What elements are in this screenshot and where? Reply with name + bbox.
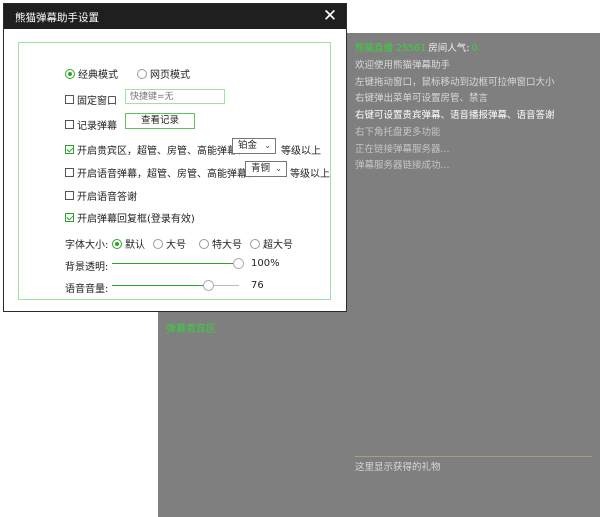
gift-hint: 这里显示获得的礼物 (355, 462, 441, 473)
danmu-display-panel[interactable]: 熊猫直播 25561 房间人气: 0 欢迎使用熊猫弹幕助手 左键拖动窗口，鼠标移动到… (347, 33, 600, 517)
font-size-option-label: 特大号 (212, 240, 242, 251)
room-name: 熊猫直播 25561 (355, 43, 427, 54)
radio-selected-icon (112, 238, 122, 249)
checkbox-icon (65, 168, 74, 177)
font-size-option-xlarge[interactable]: 特大号 (199, 236, 242, 251)
web-mode-radio[interactable]: 网页模式 (137, 66, 190, 81)
voice-danmu-checkbox[interactable]: 开启语音弹幕，超管、房管、高能弹幕、 (65, 165, 257, 180)
radio-icon (153, 238, 163, 249)
font-size-option-label: 大号 (166, 240, 186, 251)
classic-mode-label: 经典模式 (78, 70, 118, 81)
bg-opacity-slider[interactable] (112, 258, 244, 269)
settings-frame: 经典模式 网页模式 固定窗口 记录弹幕 查看记录 开启贵宾区，超管、房管、高能弹… (18, 42, 331, 300)
classic-mode-radio[interactable]: 经典模式 (65, 66, 118, 81)
checkbox-icon (65, 120, 74, 129)
radio-icon (199, 238, 209, 249)
message-line: 右下角托盘更多功能 (355, 127, 441, 138)
gift-divider (355, 456, 592, 457)
message-line: 弹幕服务器链接成功... (355, 160, 450, 171)
bg-opacity-handle[interactable] (233, 258, 244, 269)
reply-box-label: 开启弹幕回复框(登录有效) (77, 214, 195, 225)
voice-volume-slider[interactable] (112, 280, 239, 291)
popularity-value: 0 (471, 43, 478, 54)
font-size-option-label: 默认 (125, 240, 145, 251)
font-size-label: 字体大小: (65, 240, 109, 251)
font-size-option-default[interactable]: 默认 (112, 236, 145, 251)
checkbox-checked-icon (65, 213, 74, 222)
checkbox-icon (65, 95, 74, 104)
vip-level-select[interactable]: 铂金 ⌄ (232, 138, 276, 154)
voice-volume-label: 语音音量: (65, 284, 109, 295)
bg-opacity-label: 背景透明: (65, 262, 109, 273)
voice-volume-fill (112, 285, 209, 286)
radio-icon (250, 238, 260, 249)
font-size-option-xxlarge[interactable]: 超大号 (250, 236, 293, 251)
bg-opacity-fill (112, 263, 239, 264)
vip-level-suffix: 等级以上 (281, 146, 321, 157)
close-icon[interactable]: ✕ (320, 6, 340, 26)
voice-level-select[interactable]: 青铜 ⌄ (245, 161, 287, 177)
checkbox-checked-icon (65, 145, 74, 154)
voice-level-suffix: 等级以上 (290, 169, 330, 180)
message-line: 左键拖动窗口，鼠标移动到边框可拉伸窗口大小 (355, 77, 555, 88)
message-line: 右键弹出菜单可设置房管、禁言 (355, 93, 489, 104)
voice-thanks-label: 开启语音答谢 (77, 192, 137, 203)
view-record-button[interactable]: 查看记录 (125, 113, 195, 129)
settings-dialog: 熊猫弹幕助手设置 ✕ 经典模式 网页模式 固定窗口 记录弹幕 查看记录 开启贵宾… (3, 3, 347, 312)
room-header: 熊猫直播 25561 房间人气: 0 (355, 40, 478, 54)
voice-danmu-label: 开启语音弹幕，超管、房管、高能弹幕、 (77, 169, 257, 180)
voice-level-value: 青铜 (251, 163, 271, 174)
font-size-option-large[interactable]: 大号 (153, 236, 186, 251)
vip-zone-label: 开启贵宾区，超管、房管、高能弹幕、 (77, 146, 247, 157)
voice-volume-handle[interactable] (202, 280, 214, 291)
vip-area-label: 弹幕贵宾区 (166, 324, 216, 335)
checkbox-icon (65, 191, 74, 200)
voice-thanks-checkbox[interactable]: 开启语音答谢 (65, 188, 137, 203)
chevron-down-icon: ⌄ (275, 164, 282, 173)
fix-window-checkbox[interactable]: 固定窗口 (65, 92, 117, 107)
message-line: 欢迎使用熊猫弹幕助手 (355, 60, 451, 71)
font-size-option-label: 超大号 (263, 240, 293, 251)
message-line: 右键可设置贵宾弹幕、语音播报弹幕、语音答谢 (355, 110, 555, 121)
bg-opacity-value: 100% (251, 258, 280, 269)
radio-icon (137, 68, 147, 79)
record-danmu-checkbox[interactable]: 记录弹幕 (65, 117, 117, 132)
vip-zone-checkbox[interactable]: 开启贵宾区，超管、房管、高能弹幕、 (65, 142, 247, 157)
voice-volume-value: 76 (251, 280, 264, 291)
popularity-label: 房间人气: (428, 43, 470, 54)
record-danmu-label: 记录弹幕 (77, 121, 117, 132)
web-mode-label: 网页模式 (150, 70, 190, 81)
reply-box-checkbox[interactable]: 开启弹幕回复框(登录有效) (65, 210, 195, 225)
vip-danmu-panel[interactable]: 弹幕贵宾区 (158, 311, 347, 517)
message-line: 正在链接弹幕服务器... (355, 144, 450, 155)
chevron-down-icon: ⌄ (264, 141, 271, 150)
dialog-title: 熊猫弹幕助手设置 (15, 12, 99, 24)
fix-window-label: 固定窗口 (77, 96, 117, 107)
radio-selected-icon (65, 68, 75, 79)
hotkey-input[interactable] (125, 89, 225, 104)
dialog-titlebar[interactable]: 熊猫弹幕助手设置 ✕ (4, 4, 346, 29)
vip-level-value: 铂金 (238, 140, 258, 151)
